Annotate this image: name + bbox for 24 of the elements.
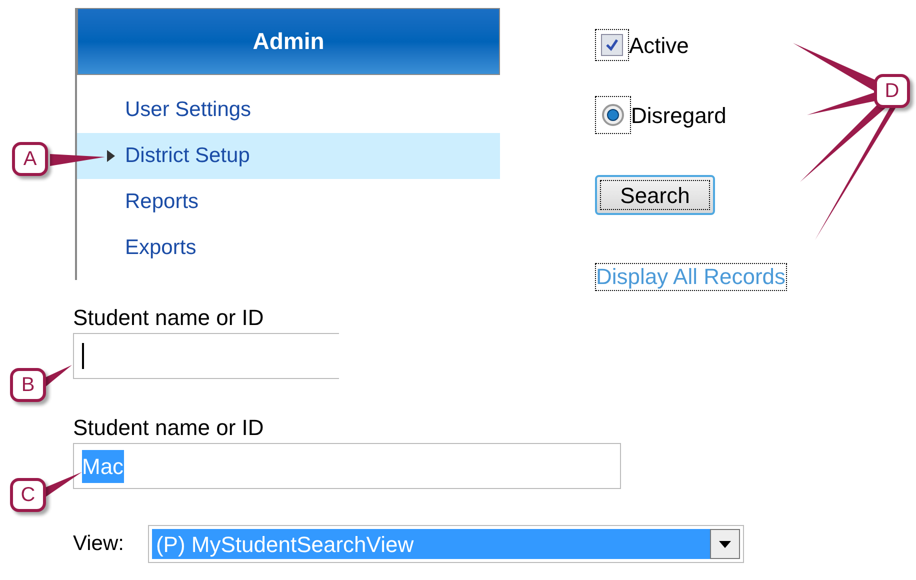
radio-label: Disregard <box>631 102 726 130</box>
menu-item[interactable]: Reports <box>77 179 500 225</box>
checkbox-label: Active <box>629 32 689 60</box>
field-label: Student name or ID <box>73 415 264 441</box>
field-label: Student name or ID <box>73 305 264 331</box>
radio-button[interactable] <box>595 96 631 134</box>
triangle-icon <box>107 150 115 162</box>
callout-badge: B <box>10 368 46 402</box>
menu-item[interactable]: Exports <box>77 225 500 271</box>
menu-title: Admin <box>252 27 324 56</box>
menu-item[interactable]: User Settings <box>77 87 500 133</box>
field-value: Mac <box>82 450 124 482</box>
search-button[interactable]: Search <box>595 175 715 215</box>
input-field[interactable] <box>73 333 339 379</box>
menu-item[interactable]: District Setup <box>77 133 500 179</box>
text-cursor <box>82 343 84 369</box>
checkbox[interactable] <box>595 29 629 61</box>
leader-line <box>50 154 105 166</box>
callout-badge: D <box>874 74 910 108</box>
dropdown-value: (P) MyStudentSearchView <box>152 529 710 559</box>
check-icon <box>605 38 619 52</box>
view-label: View: <box>73 531 124 558</box>
callout-badge: A <box>12 142 48 176</box>
callout-badge: C <box>10 478 46 512</box>
